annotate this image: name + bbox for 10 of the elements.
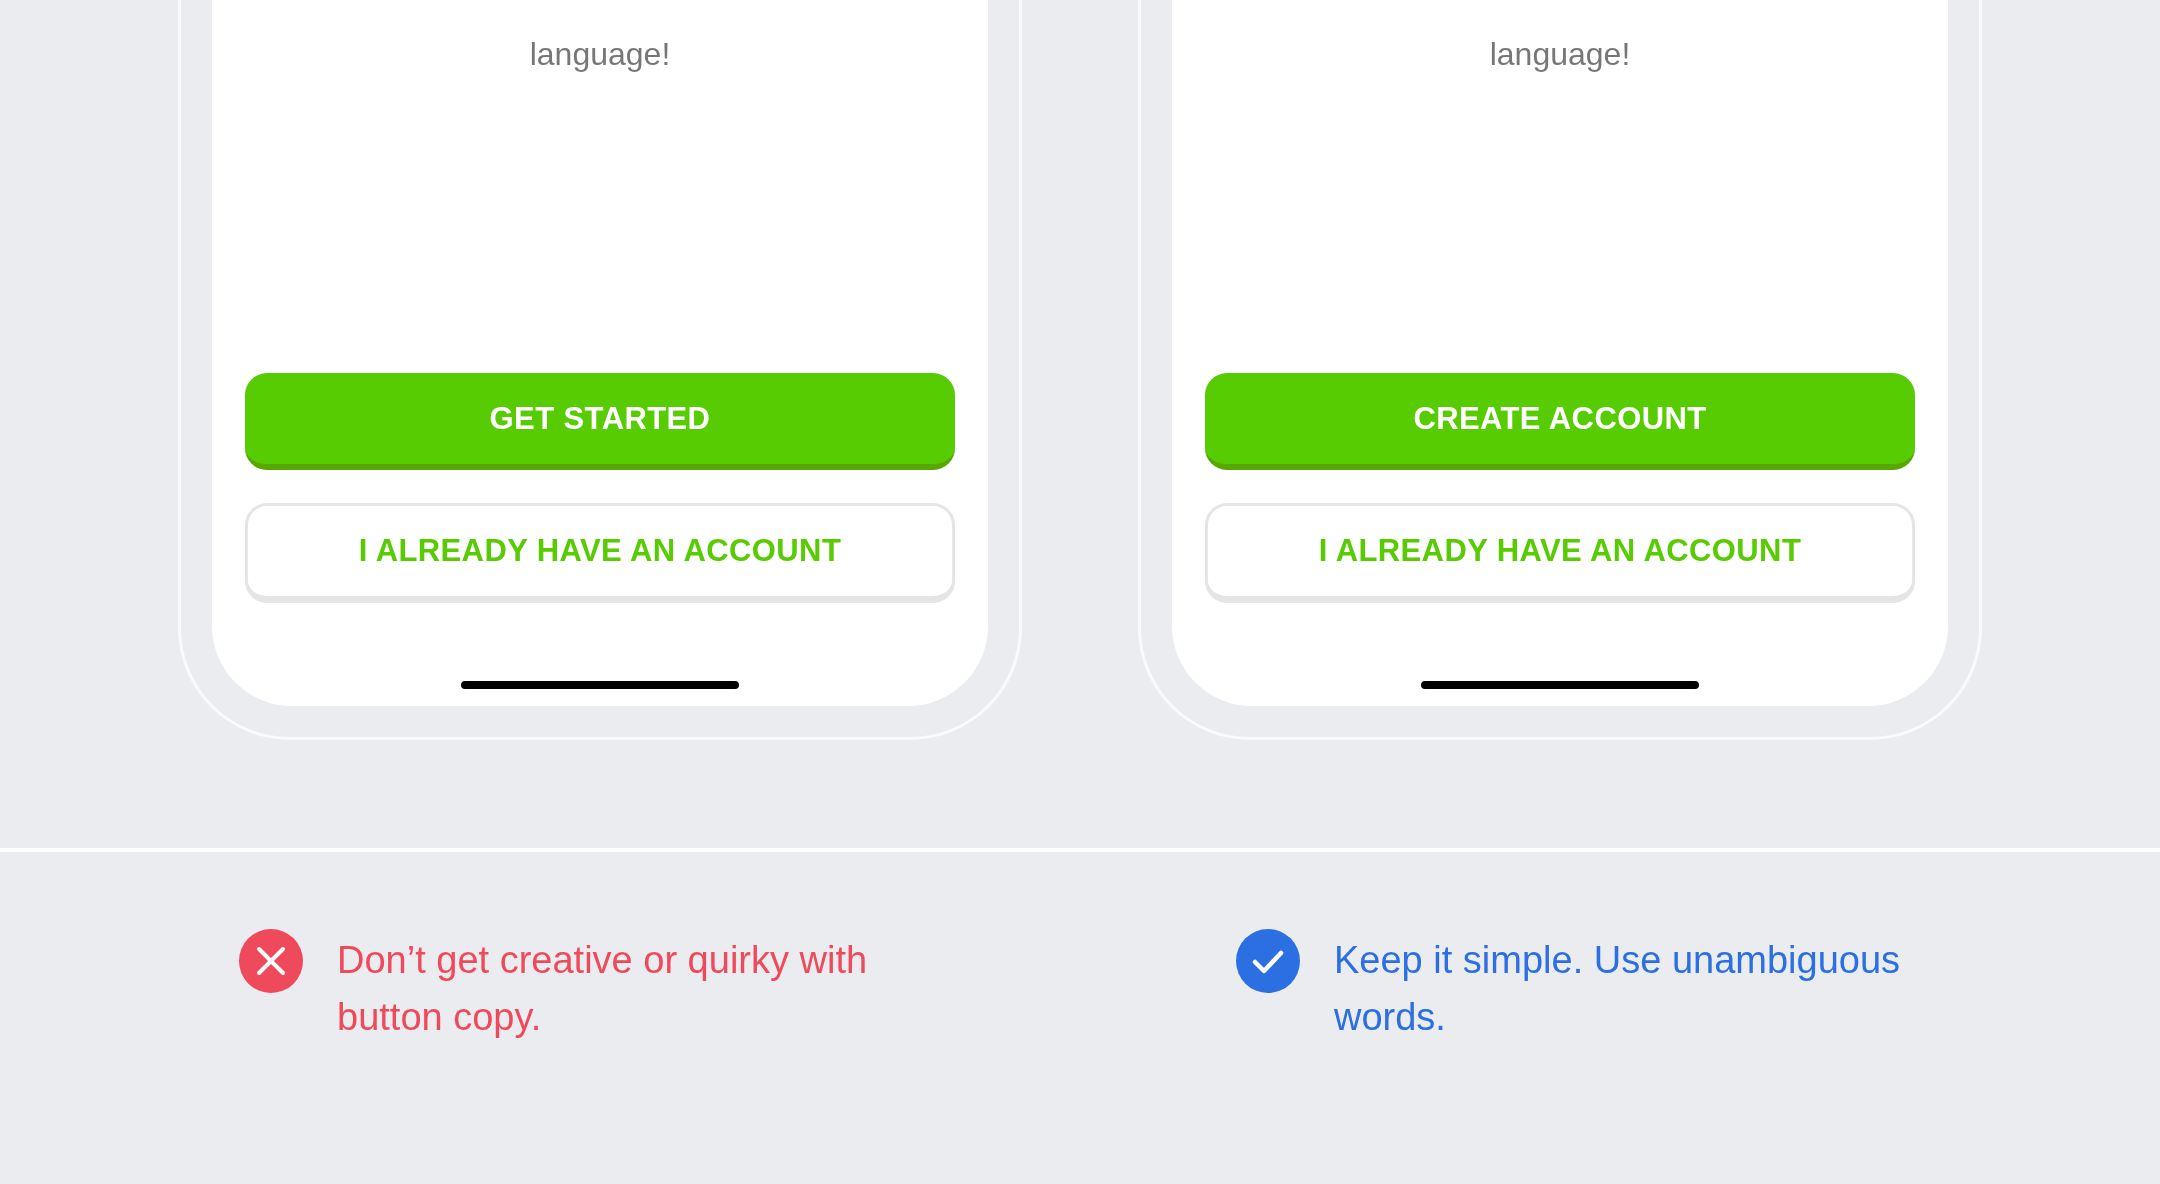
- guideline-text: Keep it simple. Use unambiguous words.: [1334, 938, 1902, 1040]
- primary-button[interactable]: CREATE ACCOUNT: [1205, 373, 1915, 470]
- guideline-text: Don’t get creative or quirky with button copy.: [337, 938, 869, 1040]
- secondary-button[interactable]: I ALREADY HAVE AN ACCOUNT: [245, 503, 955, 603]
- x-mark-icon: [239, 929, 303, 993]
- checkmark-icon: [1236, 929, 1300, 993]
- secondary-button[interactable]: I ALREADY HAVE AN ACCOUNT: [1205, 503, 1915, 603]
- tagline-text: language!: [1488, 35, 1632, 74]
- tagline-text: language!: [528, 35, 672, 74]
- primary-button[interactable]: GET STARTED: [245, 373, 955, 470]
